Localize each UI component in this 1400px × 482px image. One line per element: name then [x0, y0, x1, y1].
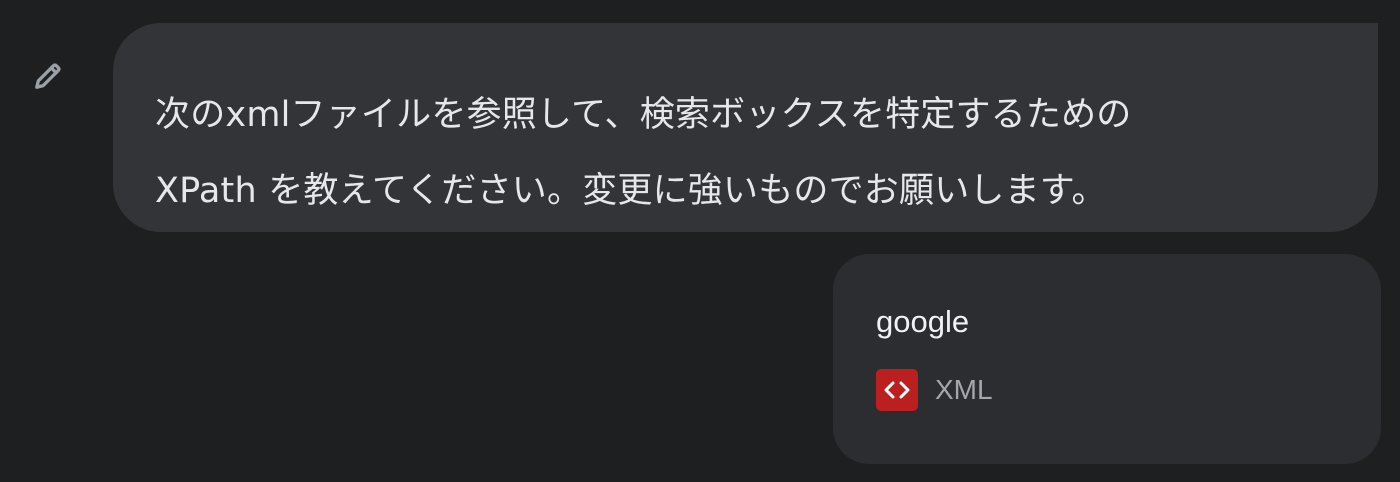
- attached-file-card[interactable]: google XML: [833, 254, 1381, 464]
- prompt-line-2: XPath を教えてください。変更に強いものでお願いします。: [155, 171, 1107, 211]
- file-type-row: XML: [876, 369, 1339, 411]
- user-prompt-bubble: 次のxmlファイルを参照して、検索ボックスを特定するための XPath を教えて…: [113, 23, 1378, 232]
- pencil-icon: [35, 63, 61, 89]
- attached-file-name: google: [876, 304, 970, 339]
- chat-conversation: 次のxmlファイルを参照して、検索ボックスを特定するための XPath を教えて…: [0, 0, 1400, 482]
- attached-file-type: XML: [935, 374, 993, 405]
- prompt-line-1: 次のxmlファイルを参照して、検索ボックスを特定するための: [155, 95, 1132, 135]
- edit-prompt-button[interactable]: [24, 52, 72, 100]
- xml-file-icon: [876, 369, 918, 411]
- code-brackets-icon: [884, 381, 910, 399]
